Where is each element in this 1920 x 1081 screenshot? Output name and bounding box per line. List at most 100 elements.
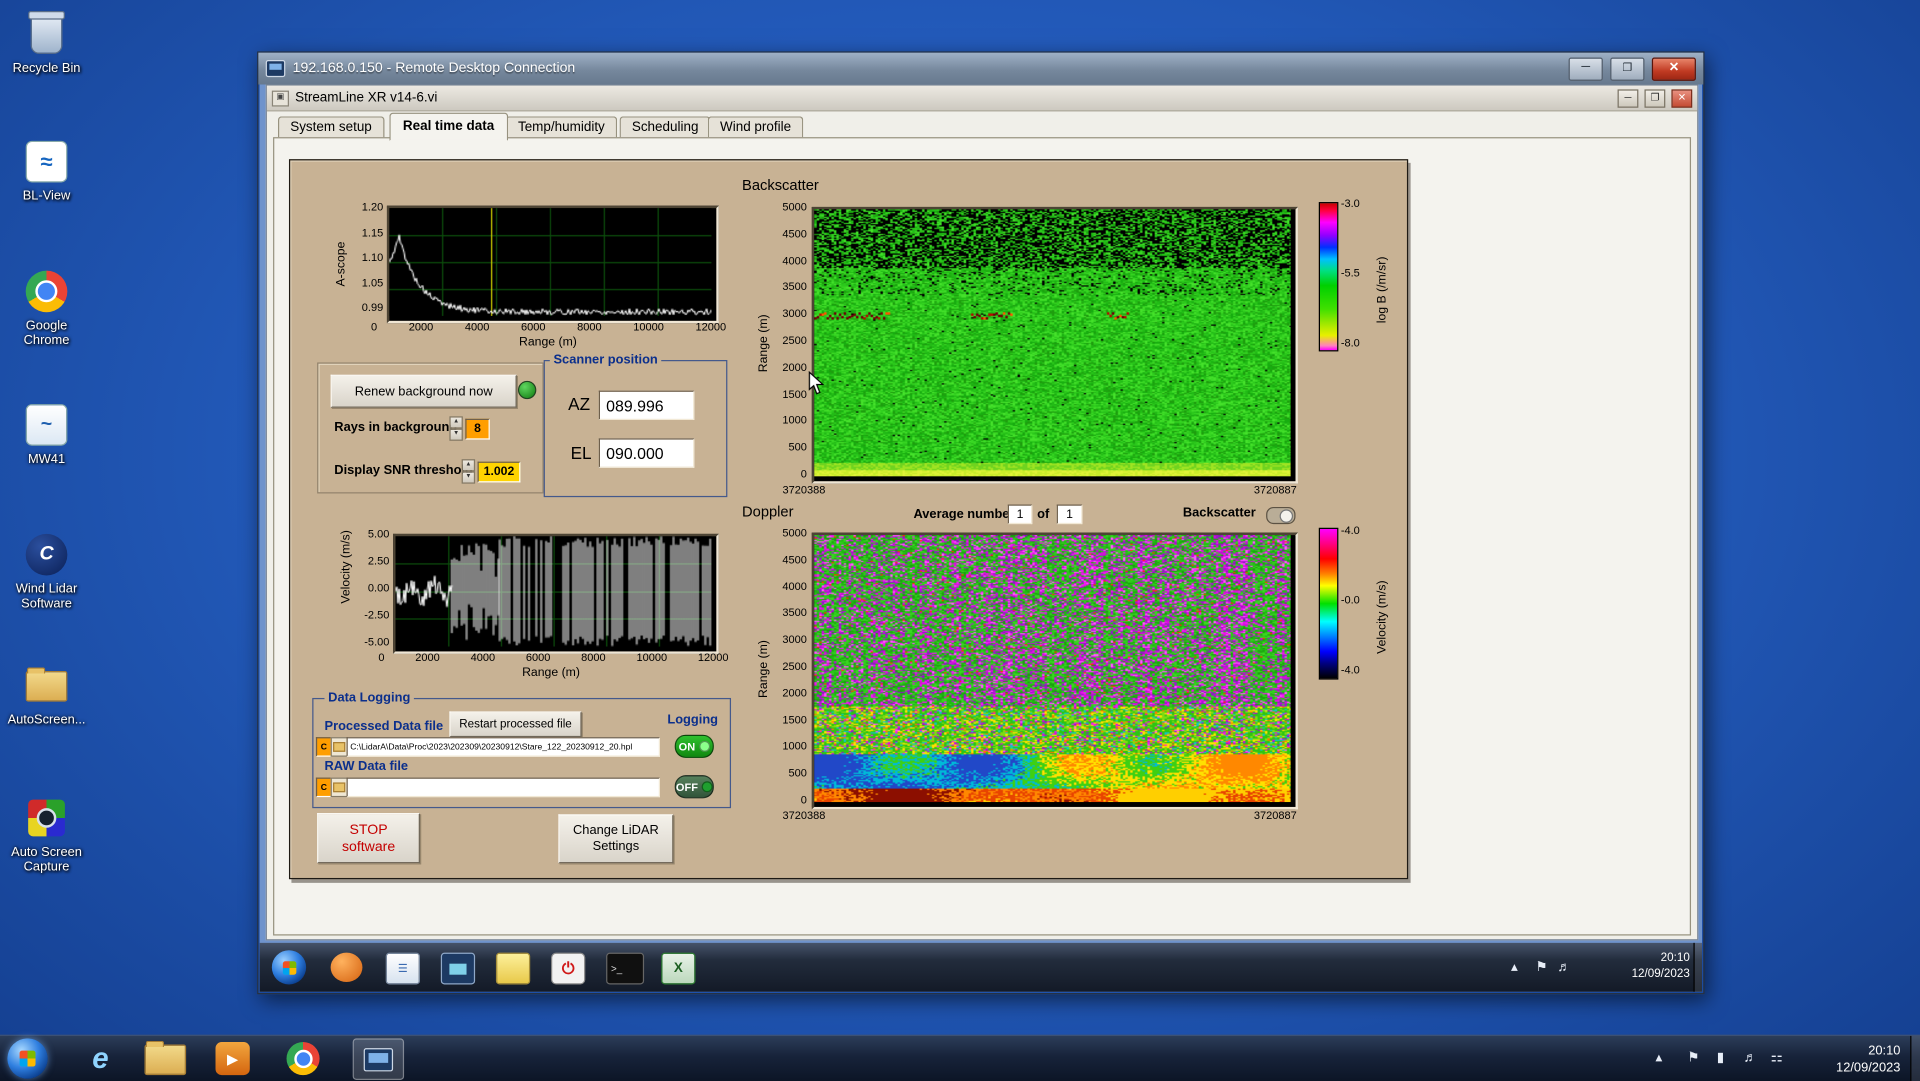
remote-clock-time: 20:10	[1660, 951, 1690, 965]
chrome-icon[interactable]	[286, 1042, 320, 1076]
on-label: ON	[678, 740, 696, 753]
remote-hidden-icons-chevron[interactable]: ▴	[1511, 959, 1518, 976]
ascope-xticks: 0 2000 4000 6000 8000 10000 12000	[371, 321, 726, 333]
processed-logging-on-toggle[interactable]: ON	[674, 734, 714, 758]
desktop-icon-autoscreen-folder[interactable]: AutoScreen...	[7, 661, 85, 727]
change-lidar-settings-button[interactable]: Change LiDAR Settings	[558, 814, 674, 864]
ie-icon[interactable]: e	[76, 1041, 125, 1077]
remote-show-desktop-button[interactable]	[1693, 942, 1703, 992]
minimize-button[interactable]: ─	[1568, 56, 1603, 81]
remote-clock[interactable]: 20:10 12/09/2023	[1607, 950, 1690, 982]
tick-label: 2.50	[367, 554, 390, 567]
rays-spinner[interactable]: ▲ ▼	[449, 416, 463, 441]
tick-label: 5000	[782, 526, 807, 539]
remote-network-monitor-icon[interactable]	[440, 952, 476, 985]
explorer-icon[interactable]	[144, 1040, 187, 1076]
remote-spreadsheet-icon[interactable]: X	[661, 952, 696, 985]
stop-software-button[interactable]: STOP software	[317, 813, 420, 864]
app-window: ▣ StreamLine XR v14-6.vi ─ ❐ ✕ System se…	[265, 84, 1699, 941]
desktop-icon-google-chrome[interactable]: Google Chrome	[7, 267, 85, 348]
restart-processed-file-button[interactable]: Restart processed file	[449, 711, 582, 738]
tray-flag-icon[interactable]: ⚑	[1687, 1049, 1699, 1066]
media-player-icon[interactable]: ▶	[215, 1042, 250, 1076]
lidar-panel: A-scope 1.20 1.15 1.10 1.05 0.99 0 2000 4000 60…	[288, 159, 1409, 880]
processed-path-field[interactable]: C:\LidarA\Data\Proc\2023\202309\20230912…	[346, 737, 660, 757]
processed-drive-selector[interactable]: C	[315, 737, 332, 757]
remote-tray-flag-icon[interactable]: ⚑	[1536, 959, 1548, 976]
app-restore-button[interactable]: ❐	[1644, 88, 1666, 108]
el-value[interactable]: 090.000	[598, 438, 695, 468]
remote-terminal-icon[interactable]: >_	[606, 952, 645, 985]
remote-start-button[interactable]	[271, 950, 307, 985]
mouse-cursor	[808, 370, 825, 402]
raw-drive-selector[interactable]: C	[315, 777, 332, 798]
processed-browse-folder-icon[interactable]	[330, 737, 348, 757]
tab-temp-humidity[interactable]: Temp/humidity	[505, 116, 618, 139]
tick-label: -0.0	[1340, 593, 1360, 607]
tick-label: 5000	[782, 200, 807, 214]
tab-scheduling[interactable]: Scheduling	[619, 116, 711, 139]
raw-logging-off-toggle[interactable]: OFF	[674, 775, 714, 799]
el-label: EL	[570, 443, 592, 463]
tab-wind-profile[interactable]: Wind profile	[707, 116, 804, 139]
remote-notepad-icon[interactable]: ☰	[385, 952, 420, 985]
desktop-icon-label: BL-View	[22, 188, 71, 204]
on-led	[698, 740, 710, 752]
windows-flag-icon	[19, 1050, 36, 1067]
rdp-titlebar[interactable]: 192.168.0.150 - Remote Desktop Connectio…	[258, 52, 1704, 85]
start-button[interactable]	[7, 1038, 48, 1079]
tick-label: 12000	[695, 320, 727, 334]
tab-system-setup[interactable]: System setup	[277, 116, 385, 139]
rays-value[interactable]: 8	[465, 418, 490, 440]
hidden-icons-chevron[interactable]: ▴	[1656, 1049, 1663, 1066]
remote-browser-icon[interactable]	[330, 952, 363, 983]
maximize-button[interactable]: ❐	[1610, 56, 1645, 81]
tick-label: -4.0	[1340, 663, 1360, 676]
rdp-taskbar-icon[interactable]	[352, 1038, 405, 1080]
desktop-icon-bl-view[interactable]: ≈ BL-View	[7, 137, 85, 203]
off-led	[701, 781, 713, 793]
tab-real-time-data[interactable]: Real time data	[389, 112, 508, 141]
desktop-icon-wind-lidar[interactable]: C Wind Lidar Software	[7, 530, 85, 611]
tray-network-icon[interactable]: ⚏	[1771, 1049, 1783, 1066]
app-titlebar[interactable]: ▣ StreamLine XR v14-6.vi ─ ❐ ✕	[266, 85, 1698, 112]
app-close-button[interactable]: ✕	[1671, 88, 1693, 108]
snr-spinner[interactable]: ▲ ▼	[461, 459, 476, 484]
tick-label: 4000	[782, 579, 807, 593]
tray-devices-icon[interactable]: ▮	[1717, 1049, 1724, 1066]
remote-tray-volume-icon[interactable]: ♬	[1558, 959, 1571, 976]
desktop-icon-auto-screen-capture[interactable]: Auto Screen Capture	[7, 793, 85, 874]
desktop-icon-mw41[interactable]: ~ MW41	[7, 400, 85, 467]
raw-path-field[interactable]	[346, 777, 660, 798]
close-button[interactable]: ✕	[1651, 56, 1696, 81]
tab-bar: System setup Real time data Temp/humidit…	[273, 112, 1691, 141]
tray-volume-icon[interactable]: ♬	[1744, 1049, 1757, 1066]
folder-icon	[7, 661, 85, 710]
app-icon: ▣	[271, 90, 289, 106]
desktop-icon-recycle-bin[interactable]: Recycle Bin	[7, 10, 85, 76]
snr-value[interactable]: 1.002	[477, 461, 521, 483]
tick-label: -5.00	[364, 635, 390, 648]
show-desktop-button[interactable]	[1910, 1035, 1920, 1081]
app-minimize-button[interactable]: ─	[1617, 88, 1639, 108]
clock[interactable]: 20:10 12/09/2023	[1812, 1042, 1900, 1076]
raw-browse-folder-icon[interactable]	[330, 777, 348, 798]
average-number-value[interactable]: 1	[1007, 504, 1033, 525]
tick-label: 8000	[581, 651, 606, 664]
backscatter-yticks: 5000 4500 4000 3500 3000 2500 2000 1500 1000 500 0	[769, 201, 807, 480]
ascope-ylabel: A-scope	[334, 242, 349, 287]
remote-sticky-notes-icon[interactable]	[495, 952, 531, 985]
doppler-x-end: 3720887	[1253, 809, 1297, 822]
renew-background-button[interactable]: Renew background now	[330, 374, 517, 408]
az-value[interactable]: 089.996	[598, 390, 695, 420]
backscatter-toggle[interactable]	[1266, 506, 1296, 525]
tick-label: 1500	[782, 387, 807, 400]
remote-power-button-icon[interactable]: ⏻	[551, 952, 586, 985]
mw41-icon: ~	[7, 400, 85, 449]
tick-label: 4500	[782, 553, 807, 566]
backscatter-x-start: 3720388	[782, 483, 826, 496]
average-total-value[interactable]: 1	[1056, 504, 1083, 525]
rdp-monitor-icon	[363, 1047, 394, 1071]
stop-label-2: software	[341, 839, 396, 855]
tick-label: 0.99	[361, 301, 384, 314]
